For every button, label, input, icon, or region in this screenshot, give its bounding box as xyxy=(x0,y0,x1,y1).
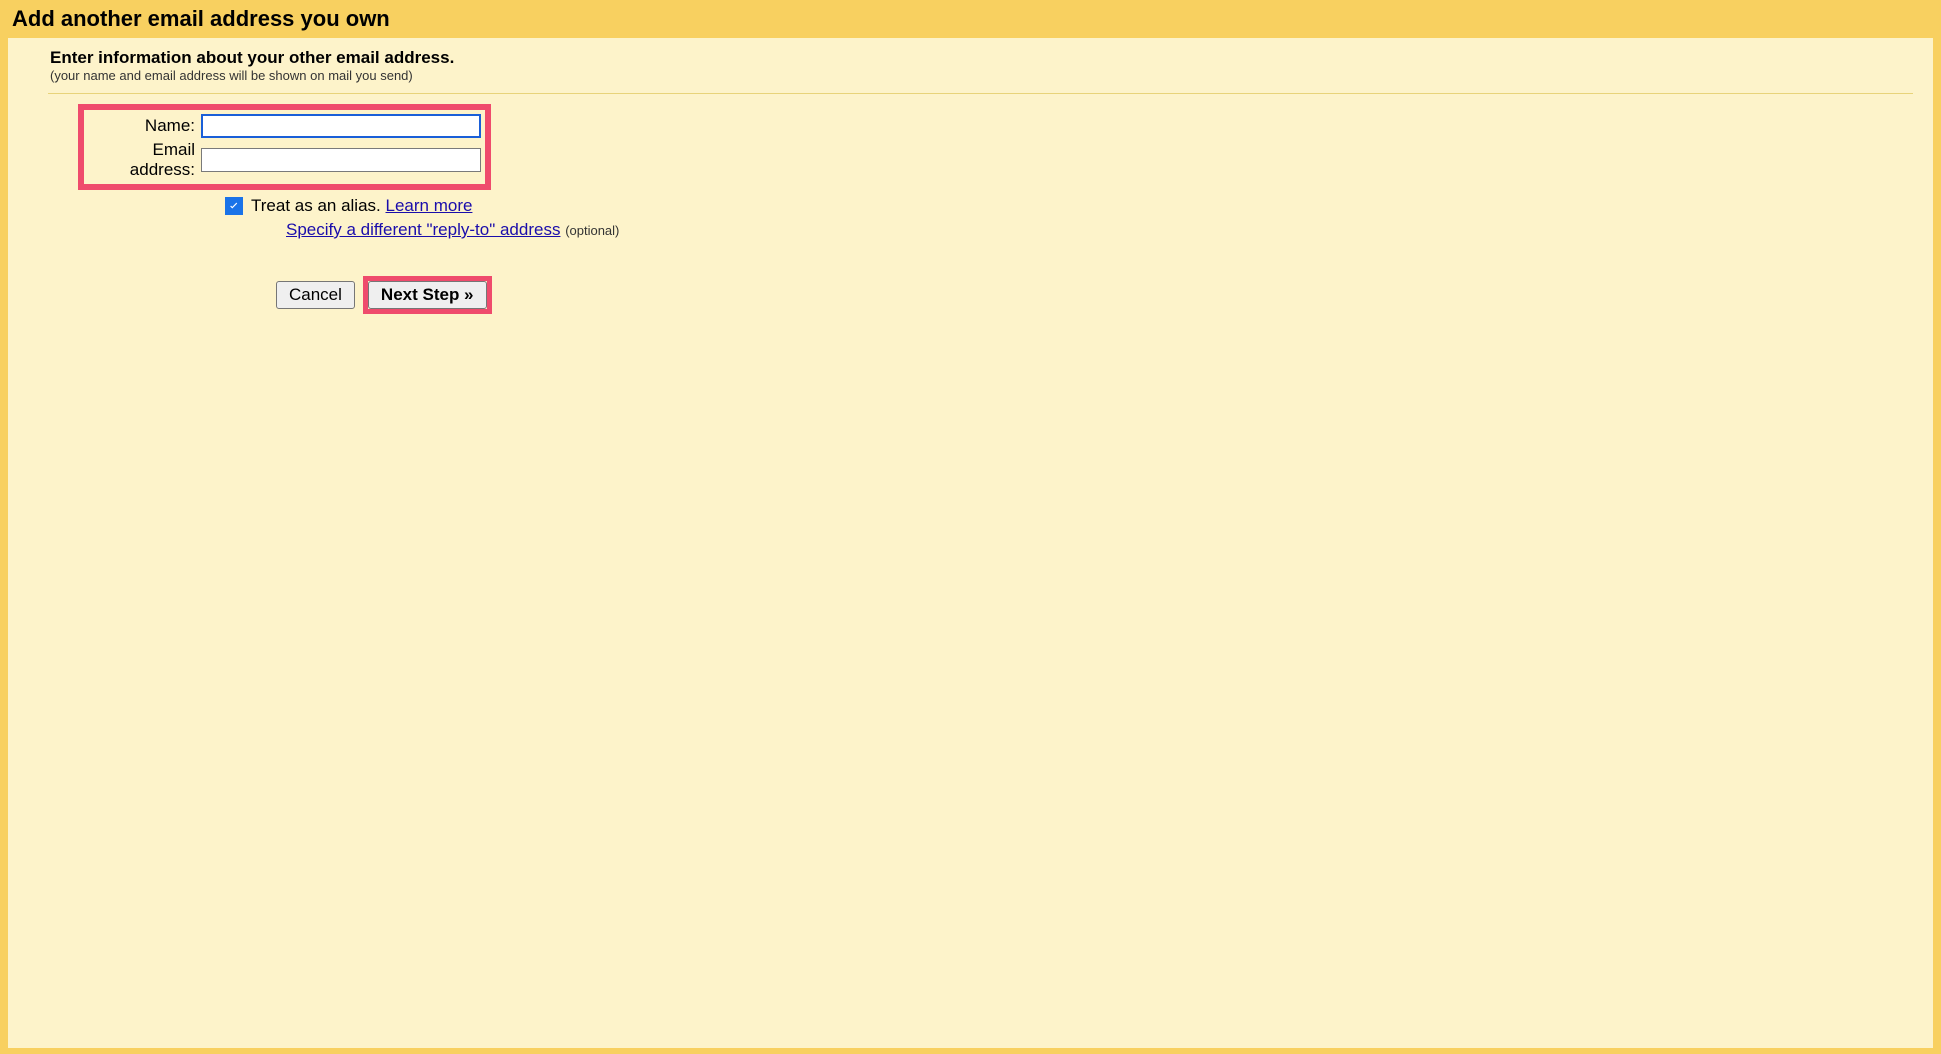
name-input[interactable] xyxy=(201,114,481,138)
intro-title: Enter information about your other email… xyxy=(50,48,1933,68)
dialog-title: Add another email address you own xyxy=(12,6,390,31)
next-step-button[interactable]: Next Step » xyxy=(368,281,487,309)
cancel-button[interactable]: Cancel xyxy=(276,281,355,309)
email-row: Email address: xyxy=(86,140,481,180)
email-label: Email address: xyxy=(86,140,201,180)
highlight-box-next: Next Step » xyxy=(363,276,492,314)
highlight-box-inputs: Name: Email address: xyxy=(78,104,491,190)
alias-row: Treat as an alias. Learn more xyxy=(78,196,1933,216)
alias-text: Treat as an alias. xyxy=(251,196,386,215)
content-area: Enter information about your other email… xyxy=(8,38,1933,1048)
optional-label: (optional) xyxy=(565,223,619,238)
learn-more-link[interactable]: Learn more xyxy=(386,196,473,215)
email-input[interactable] xyxy=(201,148,481,172)
reply-to-row: Specify a different "reply-to" address (… xyxy=(78,220,1933,240)
intro-subtitle: (your name and email address will be sho… xyxy=(50,68,1933,83)
intro-block: Enter information about your other email… xyxy=(8,46,1933,89)
divider xyxy=(48,93,1913,94)
button-row: Cancel Next Step » xyxy=(78,276,1933,314)
form-area: Name: Email address: Treat as an alias. … xyxy=(8,104,1933,314)
name-label: Name: xyxy=(86,116,201,136)
alias-checkbox[interactable] xyxy=(225,197,243,215)
name-row: Name: xyxy=(86,114,481,138)
dialog-title-bar: Add another email address you own xyxy=(0,0,1941,38)
checkmark-icon xyxy=(227,199,241,213)
reply-to-link[interactable]: Specify a different "reply-to" address xyxy=(286,220,560,239)
